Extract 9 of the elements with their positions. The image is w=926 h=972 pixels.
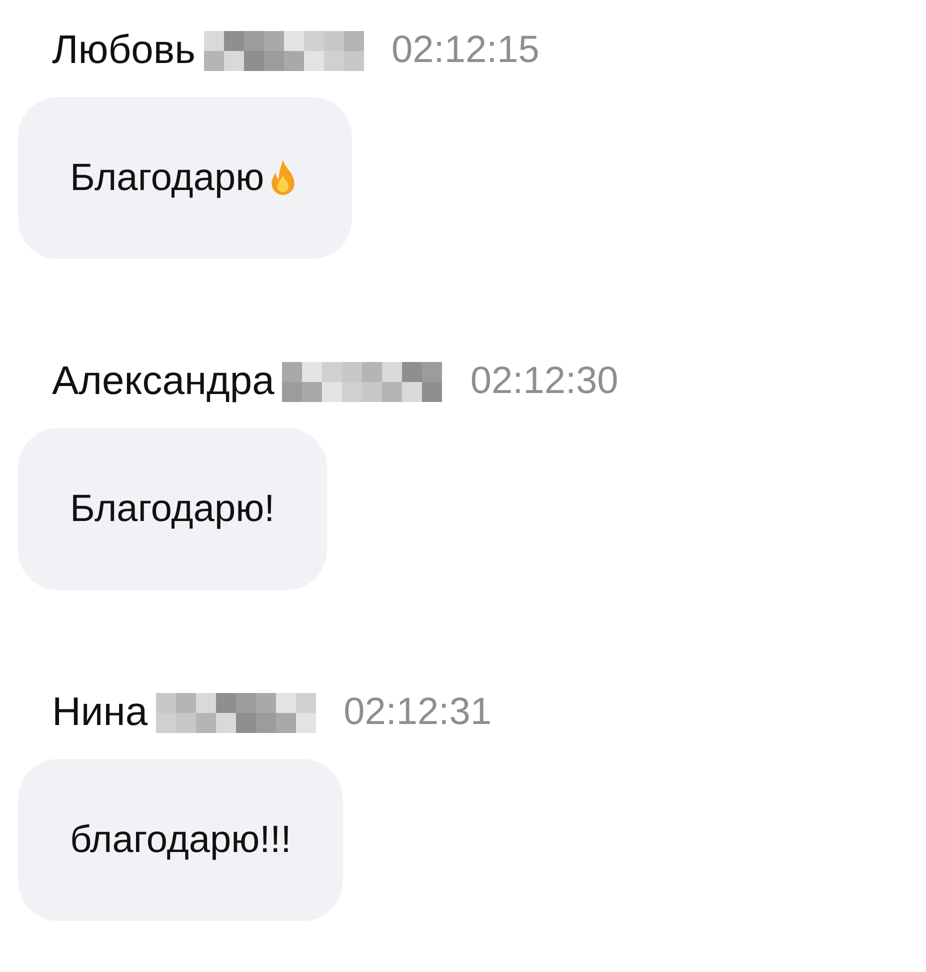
sender-name: Любовь <box>52 28 196 73</box>
sender-name: Александра <box>52 359 274 404</box>
message-text: Благодарю! <box>70 487 275 532</box>
message-text: Благодарю <box>70 156 264 201</box>
message-text: благодарю!!! <box>70 818 292 863</box>
message-time: 02:12:31 <box>344 691 492 734</box>
message-time: 02:12:30 <box>470 360 618 403</box>
sender-name: Нина <box>52 690 148 735</box>
message-time: 02:12:15 <box>392 29 540 72</box>
